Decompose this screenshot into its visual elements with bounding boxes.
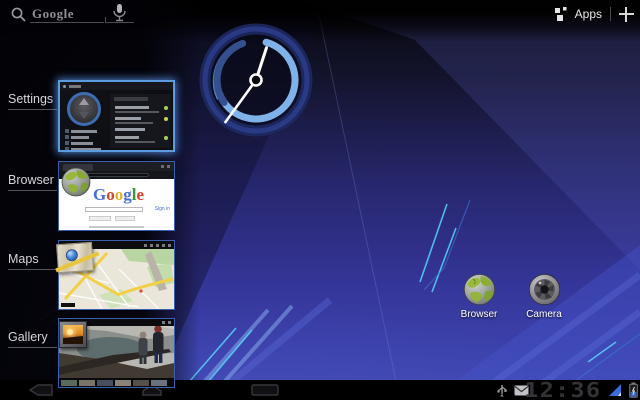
- system-clock: 12:36: [524, 380, 601, 400]
- battery-icon: [629, 382, 638, 398]
- mic-underline: [106, 22, 134, 23]
- google-search-widget[interactable]: Google: [6, 3, 136, 25]
- settings-menu-list: [65, 129, 107, 150]
- home-screen: Google Apps: [0, 0, 640, 400]
- signal-icon: [608, 383, 622, 397]
- label-underline: [8, 109, 57, 110]
- gallery-filmstrip: [59, 378, 174, 387]
- recent-label-gallery: Gallery: [8, 330, 58, 344]
- search-button: [89, 216, 111, 221]
- usb-icon: [497, 384, 507, 397]
- label-underline: [8, 269, 57, 270]
- microphone-icon[interactable]: [112, 4, 127, 22]
- gallery-app-icon-overlay: [59, 321, 87, 348]
- thumbnail-gallery[interactable]: [58, 318, 175, 388]
- globe-icon: [463, 273, 496, 306]
- apps-label: Apps: [575, 7, 602, 21]
- settings-detail-pane: [110, 94, 171, 148]
- browser-app-icon-overlay: [61, 167, 91, 202]
- thumbnail-maps[interactable]: [58, 240, 175, 310]
- settings-titlebar: [60, 82, 173, 90]
- thumbnail-browser[interactable]: Google Sign in: [58, 161, 175, 231]
- search-box: [85, 207, 143, 212]
- search-underline: [30, 22, 104, 23]
- recent-apps-panel: Settings: [0, 0, 190, 400]
- plus-icon[interactable]: [619, 7, 634, 22]
- shortcut-camera[interactable]: Camera: [512, 273, 576, 320]
- apps-grid-icon: [555, 7, 569, 21]
- camera-lens-icon: [528, 273, 561, 306]
- sign-in-link: Sign in: [155, 206, 170, 212]
- lucky-button: [115, 216, 135, 221]
- shortcut-label-browser: Browser: [447, 309, 511, 320]
- search-provider-label: Google: [32, 6, 74, 22]
- top-right-corner: Apps: [555, 3, 634, 25]
- magnifier-icon: [10, 6, 27, 23]
- recent-label-maps: Maps: [8, 252, 58, 266]
- shortcut-label-camera: Camera: [512, 309, 576, 320]
- settings-dial: [67, 92, 101, 126]
- label-underline: [8, 347, 57, 348]
- analog-clock-widget[interactable]: [196, 20, 316, 140]
- recent-apps-icon[interactable]: [250, 383, 280, 397]
- thumbnail-settings[interactable]: [58, 80, 175, 152]
- corner-divider: [610, 7, 611, 21]
- apps-button[interactable]: Apps: [555, 7, 602, 21]
- maps-app-icon-overlay: [56, 242, 94, 273]
- footer-links: [89, 226, 144, 228]
- recent-label-settings: Settings: [8, 92, 58, 106]
- clock-center: [251, 75, 262, 86]
- top-bar: Google Apps: [0, 0, 640, 28]
- label-underline: [8, 190, 57, 191]
- recent-label-browser: Browser: [8, 173, 58, 187]
- status-cluster[interactable]: 12:36: [497, 380, 638, 400]
- shortcut-browser[interactable]: Browser: [447, 273, 511, 320]
- google-logo: Google: [93, 185, 144, 205]
- map-label: [61, 303, 75, 307]
